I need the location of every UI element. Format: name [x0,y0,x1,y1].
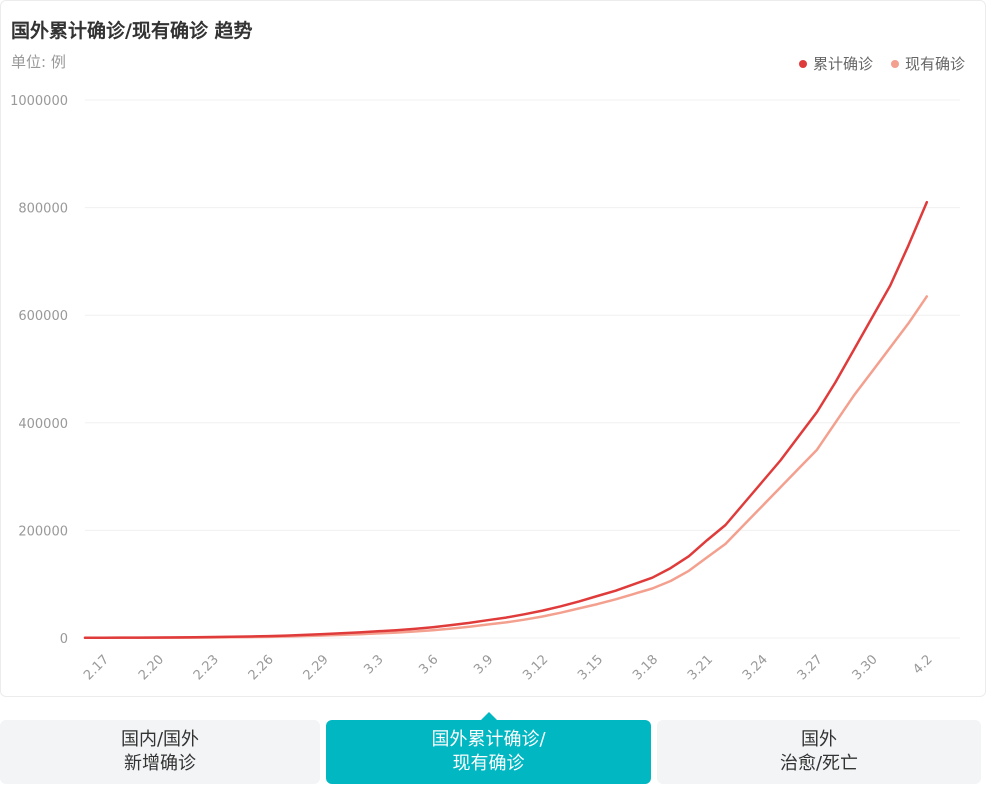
tab-label-line1: 国外 [800,729,837,750]
x-tick-label: 3.6 [416,652,441,677]
x-tick-label: 3.21 [685,652,716,683]
line-chart: 0 200000 400000 600000 800000 1000000 2.17 2.20… [10,94,960,683]
x-tick-label: 3.24 [740,652,771,683]
x-tick-label: 3.12 [520,652,551,683]
tab-label: 国内/国外 新增确诊 [121,728,199,776]
tab-foreign-cumulative-current[interactable]: 国外累计确诊/ 现有确诊 [326,712,651,784]
y-tick-label: 600000 [18,309,68,324]
y-tick-label: 400000 [18,417,68,432]
x-tick-label: 2.23 [191,652,222,683]
y-tick-label: 0 [60,632,68,647]
active-tab-pointer [480,712,497,720]
tab-label-line1: 国外累计确诊/ [431,729,546,750]
x-tick-label: 2.17 [81,652,112,683]
tab-domestic-foreign-new[interactable]: 国内/国外 新增确诊 [0,720,320,784]
x-tick-label: 3.9 [471,652,496,677]
tab-foreign-recovered-deaths[interactable]: 国外 治愈/死亡 [657,720,981,784]
tab-bar: 国内/国外 新增确诊 国外累计确诊/ 现有确诊 国外 治愈/死亡 [0,712,993,784]
x-tick-label: 3.18 [630,652,661,683]
tab-label: 国外累计确诊/ 现有确诊 [431,728,545,776]
x-tick-label: 2.29 [301,652,332,683]
y-tick-label: 1000000 [10,94,68,109]
tab-label-line2: 新增确诊 [123,753,196,774]
tab-label-line2: 治愈/死亡 [779,753,859,774]
x-tick-label: 3.27 [795,652,826,683]
y-tick-label: 800000 [18,202,68,217]
y-tick-label: 200000 [18,524,68,539]
tab-label-line1: 国内/国外 [120,729,200,750]
series-line-0 [83,200,929,639]
tab-label-line2: 现有确诊 [452,753,525,774]
x-tick-label: 3.15 [575,652,606,683]
x-tick-label: 3.30 [850,652,881,683]
series-line-1 [83,295,929,640]
x-tick-label: 2.26 [246,652,277,683]
x-tick-label: 4.2 [910,652,935,677]
tab-label: 国外 治愈/死亡 [780,728,858,776]
x-tick-label: 2.20 [136,652,167,683]
x-tick-label: 3.3 [361,652,386,677]
